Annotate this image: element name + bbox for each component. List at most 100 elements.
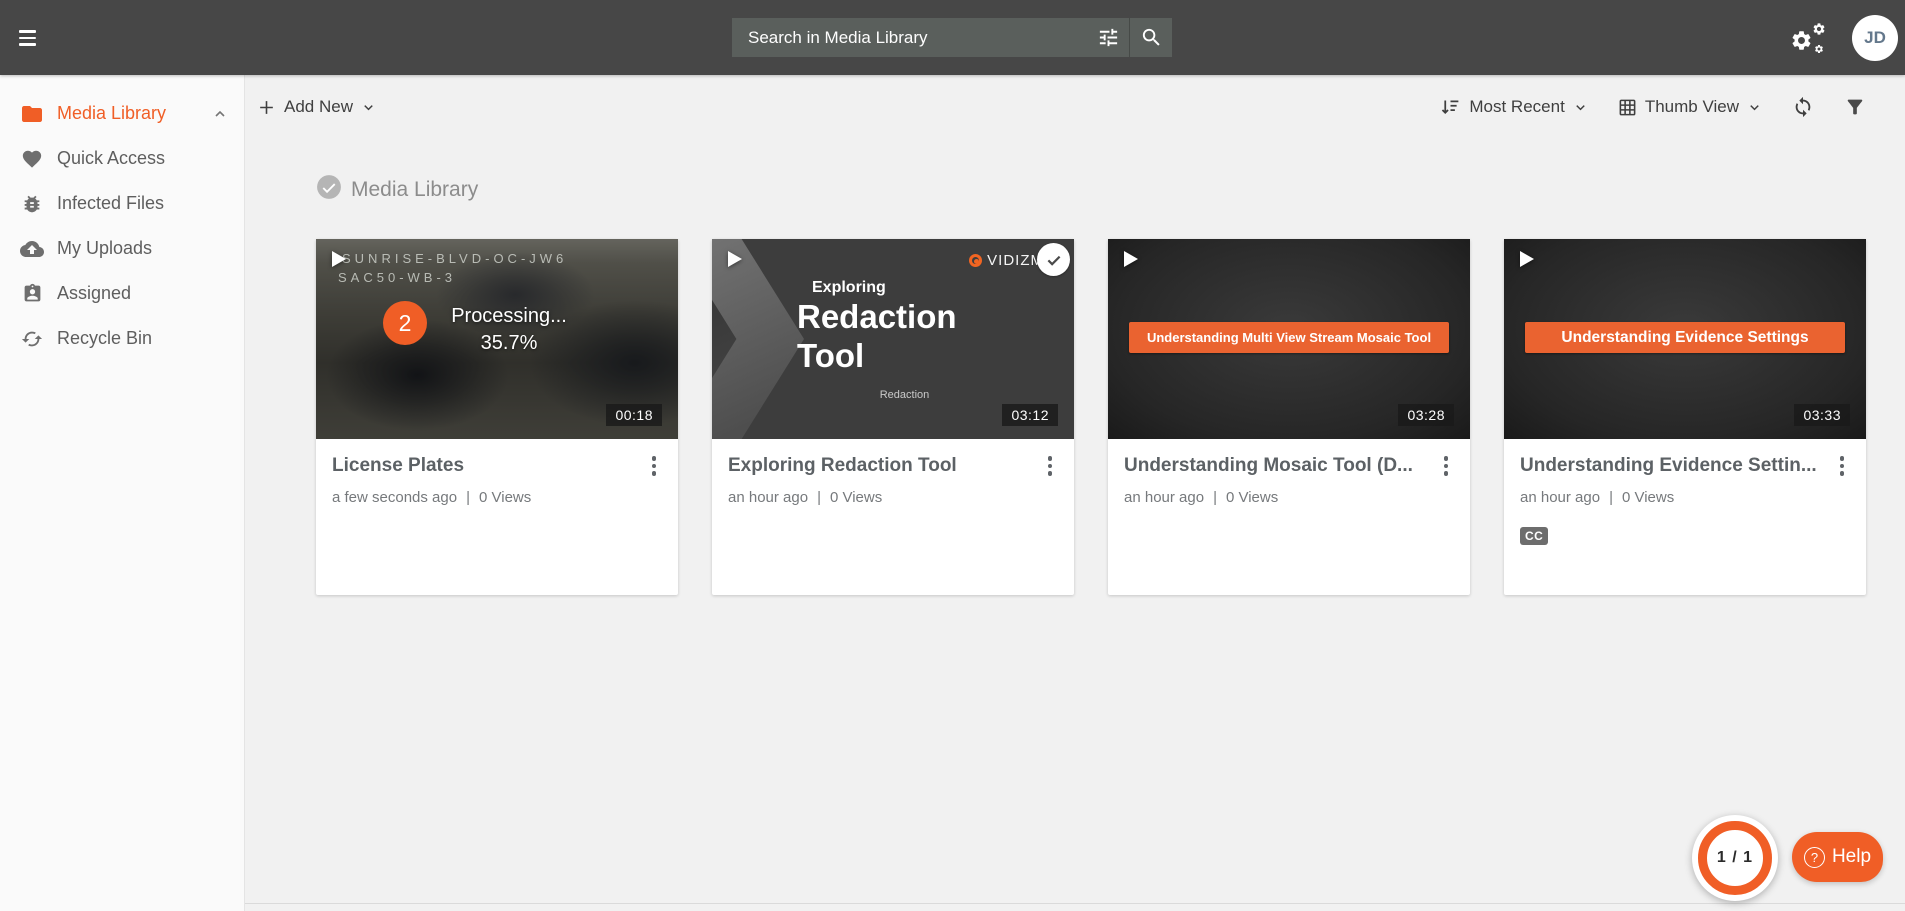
duration-badge: 03:28	[1398, 404, 1454, 426]
processing-percent: 35.7%	[480, 332, 538, 354]
media-card: SUNRISE-BLVD-OC-JW6 SAC50-WB-3 2 Process…	[316, 239, 678, 595]
heart-icon	[20, 147, 44, 171]
play-icon[interactable]	[1514, 247, 1538, 276]
meta-divider: |	[1213, 489, 1217, 506]
sidebar-item-infected-files[interactable]: Infected Files	[0, 181, 244, 226]
view-mode-control[interactable]: Thumb View	[1618, 97, 1762, 117]
card-info: License Plates a few seconds ago | 0 Vie…	[316, 439, 678, 595]
user-avatar[interactable]: JD	[1852, 14, 1898, 61]
view-count: 0 Views	[479, 489, 532, 506]
chevron-up-icon[interactable]	[212, 106, 228, 122]
meta-divider: |	[1609, 489, 1613, 506]
upload-time: an hour ago	[728, 489, 809, 506]
video-thumbnail[interactable]: SUNRISE-BLVD-OC-JW6 SAC50-WB-3 2 Process…	[316, 239, 678, 439]
sidebar-item-my-uploads[interactable]: My Uploads	[0, 226, 244, 271]
video-meta: an hour ago | 0 Views	[1124, 489, 1456, 506]
media-card: VIDIZM Exploring Redaction Tool Redactio…	[712, 239, 1074, 595]
add-new-button[interactable]: Add New	[257, 97, 376, 117]
grid-view-icon	[1618, 98, 1637, 117]
vidizmo-logo-text: VIDIZM	[987, 252, 1044, 269]
search-icon[interactable]	[1130, 18, 1172, 57]
main-content: Add New Most Recent Thumb View Media Lib…	[245, 75, 1905, 911]
sidebar-item-label: Recycle Bin	[57, 328, 153, 348]
thumbnail-title-text: Exploring Redaction Tool Redaction	[797, 279, 957, 401]
play-icon[interactable]	[722, 247, 746, 276]
media-library-app: JD Media Library Quick Access Infected F…	[0, 0, 1905, 911]
sidebar-item-label: My Uploads	[57, 238, 153, 258]
filter-button[interactable]	[1844, 96, 1866, 118]
media-card: Understanding Multi View Stream Mosaic T…	[1108, 239, 1470, 595]
chevron-down-icon	[361, 100, 376, 115]
cloud-upload-icon	[20, 237, 44, 261]
processing-status: Processing... 35.7%	[434, 303, 584, 357]
view-count: 0 Views	[1225, 489, 1279, 506]
view-count: 0 Views	[829, 489, 883, 506]
sidebar-item-media-library[interactable]: Media Library	[0, 91, 244, 136]
chevron-down-icon	[1747, 100, 1762, 115]
video-thumbnail[interactable]: Understanding Multi View Stream Mosaic T…	[1108, 239, 1470, 439]
admin-settings-gears-icon[interactable]	[1790, 22, 1826, 54]
more-options-icon[interactable]	[1038, 453, 1062, 479]
video-thumbnail[interactable]: VIDIZM Exploring Redaction Tool Redactio…	[712, 239, 1074, 439]
upload-time: an hour ago	[1124, 489, 1205, 506]
bottom-divider	[0, 903, 1905, 904]
search-bar	[732, 18, 1172, 57]
sidebar-item-recycle-bin[interactable]: Recycle Bin	[0, 316, 244, 361]
sort-control[interactable]: Most Recent	[1440, 97, 1587, 118]
search-input[interactable]	[732, 18, 1087, 57]
video-title[interactable]: Understanding Evidence Settin...	[1520, 455, 1830, 477]
processing-step-badge: 2	[383, 301, 427, 345]
search-filter-sliders-icon[interactable]	[1087, 18, 1129, 57]
selected-check-icon[interactable]	[1037, 243, 1070, 276]
camera-overlay-text: SUNRISE-BLVD-OC-JW6 SAC50-WB-3	[338, 251, 568, 285]
sort-label: Most Recent	[1469, 97, 1565, 116]
help-button[interactable]: ? Help	[1792, 832, 1883, 882]
video-thumbnail[interactable]: Understanding Evidence Settings 03:33	[1504, 239, 1866, 439]
top-bar: JD	[0, 0, 1905, 75]
card-info: Exploring Redaction Tool an hour ago | 0…	[712, 439, 1074, 595]
sidebar-item-quick-access[interactable]: Quick Access	[0, 136, 244, 181]
sidebar-item-label: Media Library	[57, 103, 167, 123]
add-new-label: Add New	[284, 97, 353, 116]
sidebar-item-assigned[interactable]: Assigned	[0, 271, 244, 316]
plus-icon	[257, 98, 276, 117]
section-header: Media Library	[316, 174, 478, 205]
video-title[interactable]: License Plates	[332, 455, 642, 477]
play-icon[interactable]	[1118, 247, 1142, 276]
view-label: Thumb View	[1644, 97, 1739, 116]
sidebar-item-label: Quick Access	[57, 148, 166, 168]
page-indicator[interactable]: 1 / 1	[1692, 815, 1778, 901]
recycle-icon	[20, 327, 44, 351]
more-options-icon[interactable]	[642, 453, 666, 479]
video-title[interactable]: Understanding Mosaic Tool (D...	[1124, 455, 1434, 477]
duration-badge: 03:33	[1794, 404, 1850, 426]
view-count: 0 Views	[1621, 489, 1675, 506]
sidebar-item-label: Infected Files	[57, 193, 165, 213]
filter-funnel-icon	[1844, 96, 1866, 118]
video-meta: an hour ago | 0 Views	[1520, 489, 1852, 506]
select-all-check-icon[interactable]	[316, 174, 342, 205]
assignment-badge-icon	[20, 282, 44, 306]
chevron-down-icon	[1573, 100, 1588, 115]
page-indicator-text: 1 / 1	[1716, 849, 1754, 866]
media-card: Understanding Evidence Settings 03:33 Un…	[1504, 239, 1866, 595]
sidebar-item-label: Assigned	[57, 283, 132, 303]
thumbnail-banner: Understanding Evidence Settings	[1525, 322, 1845, 353]
upload-time: a few seconds ago	[332, 489, 458, 506]
hamburger-menu-icon[interactable]	[19, 29, 41, 47]
bug-icon	[20, 192, 44, 216]
sidebar: Media Library Quick Access Infected File…	[0, 75, 245, 911]
video-title[interactable]: Exploring Redaction Tool	[728, 455, 1038, 477]
refresh-icon	[1792, 96, 1814, 118]
closed-captions-badge: CC	[1520, 527, 1549, 545]
refresh-button[interactable]	[1792, 96, 1814, 118]
sort-descending-icon	[1440, 97, 1461, 118]
meta-divider: |	[466, 489, 470, 506]
video-meta: an hour ago | 0 Views	[728, 489, 1060, 506]
media-cards-row: SUNRISE-BLVD-OC-JW6 SAC50-WB-3 2 Process…	[316, 239, 1866, 595]
processing-label: Processing...	[451, 305, 567, 327]
more-options-icon[interactable]	[1434, 453, 1458, 479]
more-options-icon[interactable]	[1830, 453, 1854, 479]
play-icon[interactable]	[326, 247, 350, 276]
meta-divider: |	[817, 489, 821, 506]
